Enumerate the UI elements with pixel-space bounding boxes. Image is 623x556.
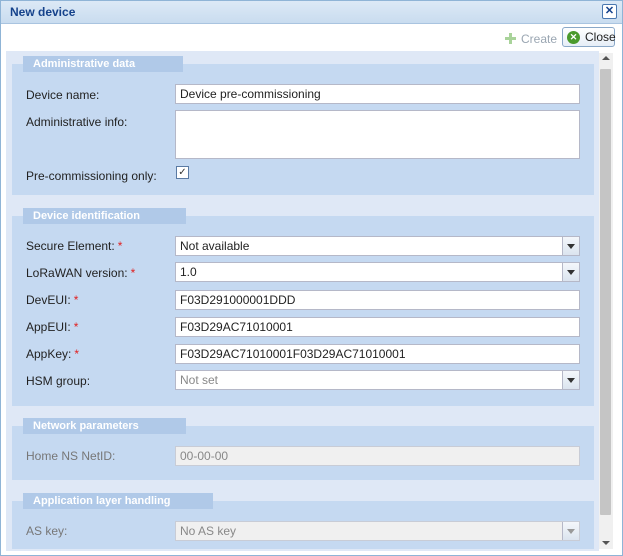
deveui-input[interactable]: F03D291000001DDD: [175, 290, 580, 310]
appkey-input[interactable]: F03D29AC71010001F03D29AC71010001: [175, 344, 580, 364]
required-mark: *: [117, 239, 123, 253]
chevron-down-icon[interactable]: [562, 237, 579, 255]
dialog-toolbar: Create ✕ Close: [1, 24, 622, 51]
dialog-title: New device: [10, 5, 76, 19]
secure-element-value: Not available: [180, 239, 250, 253]
hsm-group-label: HSM group:: [26, 374, 91, 388]
as-key-value: No AS key: [180, 524, 237, 538]
precomm-label: Pre-commissioning only:: [26, 169, 157, 183]
admin-info-textarea[interactable]: [175, 110, 580, 159]
appeui-label: AppEUI: *: [26, 320, 78, 334]
required-mark: *: [73, 320, 79, 334]
home-ns-input[interactable]: 00-00-00: [175, 446, 580, 466]
appeui-input[interactable]: F03D29AC71010001: [175, 317, 580, 337]
new-device-dialog: New device ✕ Create ✕ Close Administrati…: [0, 0, 623, 556]
chevron-down-icon[interactable]: [562, 522, 579, 540]
chevron-down-icon[interactable]: [562, 263, 579, 281]
appkey-label: AppKey: *: [26, 347, 79, 361]
as-key-label: AS key:: [26, 524, 68, 538]
close-button[interactable]: ✕ Close: [562, 27, 616, 47]
vertical-scrollbar[interactable]: [599, 53, 613, 549]
home-ns-label: Home NS NetID:: [26, 449, 116, 463]
lorawan-version-value: 1.0: [180, 265, 197, 279]
secure-element-label-text: Secure Element:: [26, 239, 115, 253]
create-button[interactable]: Create: [504, 30, 557, 46]
secure-element-select[interactable]: Not available: [175, 236, 580, 256]
device-name-label: Device name:: [26, 88, 100, 102]
appkey-label-text: AppKey:: [26, 347, 72, 361]
close-icon[interactable]: ✕: [602, 4, 617, 19]
deveui-label-text: DevEUI:: [26, 293, 71, 307]
required-mark: *: [74, 347, 80, 361]
legend-identification: Device identification: [23, 208, 186, 224]
chevron-down-icon[interactable]: [562, 371, 579, 389]
lorawan-version-label: LoRaWAN version: *: [26, 266, 135, 280]
scroll-thumb[interactable]: [600, 69, 611, 515]
hsm-group-select[interactable]: Not set: [175, 370, 580, 390]
secure-element-label: Secure Element: *: [26, 239, 122, 253]
deveui-label: DevEUI: *: [26, 293, 78, 307]
device-name-input[interactable]: Device pre-commissioning: [175, 84, 580, 104]
appeui-label-text: AppEUI:: [26, 320, 71, 334]
plus-icon: [504, 32, 517, 45]
lorawan-version-label-text: LoRaWAN version:: [26, 266, 128, 280]
legend-application: Application layer handling: [23, 493, 213, 509]
admin-info-label: Administrative info:: [26, 115, 128, 129]
create-button-label: Create: [521, 32, 558, 46]
hsm-group-value: Not set: [180, 373, 219, 387]
required-mark: *: [73, 293, 79, 307]
lorawan-version-select[interactable]: 1.0: [175, 262, 580, 282]
dialog-titlebar[interactable]: New device ✕: [1, 1, 622, 24]
scroll-down-icon[interactable]: [602, 541, 610, 545]
precomm-checkbox[interactable]: ✓: [176, 166, 189, 179]
close-button-label: Close: [585, 30, 616, 44]
close-circle-icon: ✕: [567, 31, 580, 44]
required-mark: *: [130, 266, 136, 280]
as-key-select[interactable]: No AS key: [175, 521, 580, 541]
legend-administrative: Administrative data: [23, 56, 183, 72]
scroll-up-icon[interactable]: [602, 56, 610, 60]
legend-network: Network parameters: [23, 418, 186, 434]
